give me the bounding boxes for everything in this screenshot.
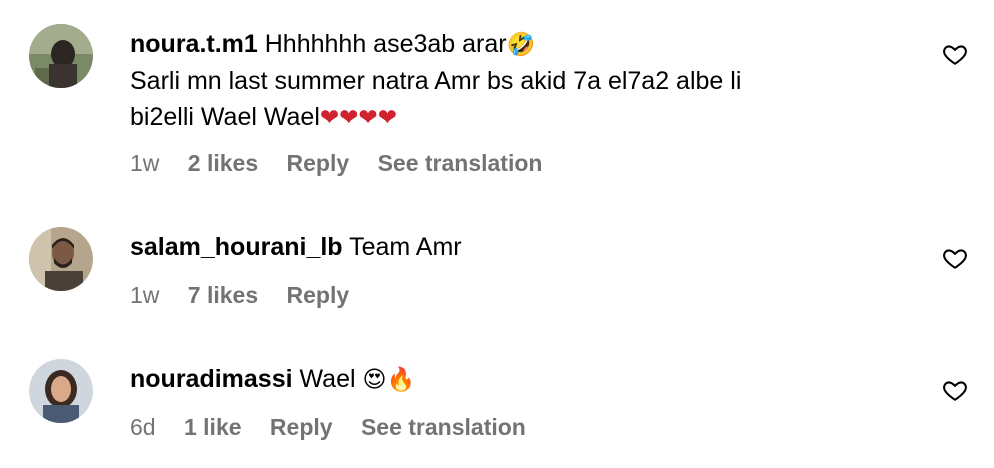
comment-text: Team Amr: [349, 233, 462, 261]
likes-count[interactable]: 2 likes: [188, 150, 258, 176]
likes-count[interactable]: 7 likes: [188, 282, 258, 308]
avatar[interactable]: [29, 227, 93, 291]
comment-text: bi2elli Wael Wael: [130, 103, 320, 131]
comment-text: Sarli mn last summer natra Amr bs akid 7…: [130, 67, 742, 95]
comment-item: noura.t.m1 Hhhhhhh ase3ab arar🤣 Sarli mn…: [0, 0, 994, 200]
username[interactable]: nouradimassi: [130, 365, 293, 393]
heart-eyes-fire-emoji-icon: 😍🔥: [362, 367, 416, 393]
timestamp: 1w: [130, 150, 160, 176]
likes-count[interactable]: 1 like: [184, 414, 242, 440]
username[interactable]: salam_hourani_lb: [130, 233, 343, 261]
comment-body: salam_hourani_lb Team Amr: [130, 229, 890, 265]
avatar[interactable]: [29, 359, 93, 423]
comment-meta: 1w 2 likes Reply See translation: [130, 150, 564, 177]
rofl-emoji-icon: 🤣: [506, 32, 536, 58]
comment-item: salam_hourani_lb Team Amr 1w 7 likes Rep…: [0, 200, 994, 330]
comment-body: noura.t.m1 Hhhhhhh ase3ab arar🤣 Sarli mn…: [130, 26, 890, 136]
comment-text: Hhhhhhh ase3ab arar: [264, 30, 507, 58]
comment-meta: 6d 1 like Reply See translation: [130, 414, 548, 441]
hearts-emoji-icon: ❤❤❤❤: [319, 105, 397, 131]
comment-text: Wael: [299, 365, 356, 393]
see-translation-button[interactable]: See translation: [361, 414, 526, 440]
reply-button[interactable]: Reply: [270, 414, 333, 440]
comment-meta: 1w 7 likes Reply: [130, 282, 371, 309]
reply-button[interactable]: Reply: [287, 282, 350, 308]
heart-outline-icon[interactable]: [942, 41, 968, 67]
username[interactable]: noura.t.m1: [130, 30, 258, 58]
see-translation-button[interactable]: See translation: [378, 150, 543, 176]
comment-body: nouradimassi Wael 😍🔥: [130, 361, 890, 398]
avatar[interactable]: [29, 24, 93, 88]
heart-outline-icon[interactable]: [942, 377, 968, 403]
heart-outline-icon[interactable]: [942, 245, 968, 271]
reply-button[interactable]: Reply: [287, 150, 350, 176]
comment-item: nouradimassi Wael 😍🔥 6d 1 like Reply See…: [0, 330, 994, 468]
timestamp: 1w: [130, 282, 160, 308]
timestamp: 6d: [130, 414, 156, 440]
